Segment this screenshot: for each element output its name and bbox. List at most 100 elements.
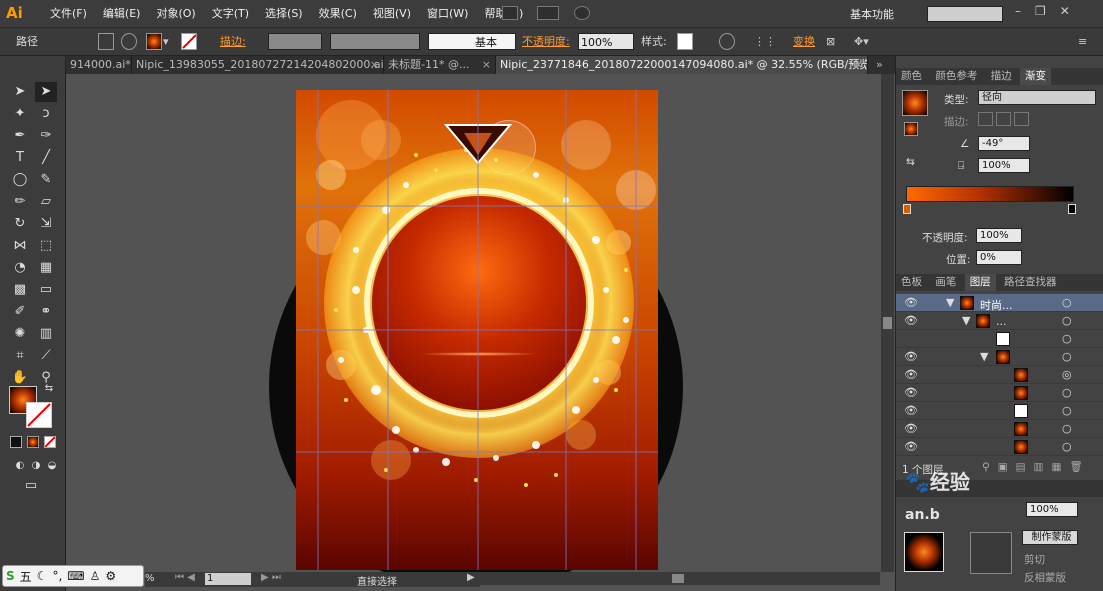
swap-fill-stroke-icon[interactable]: ⇆ (42, 382, 56, 396)
sogou-logo-icon[interactable]: S (6, 569, 15, 583)
gradient-type-select[interactable]: 径向 (978, 90, 1096, 105)
magic-wand-tool-icon[interactable]: ✦ (9, 104, 31, 124)
transform-link[interactable]: 变换 (793, 33, 815, 50)
gradient-location-input[interactable]: 0% (976, 250, 1022, 265)
variable-width-dropdown[interactable] (330, 33, 420, 50)
none-mode-icon[interactable] (44, 436, 56, 448)
visibility-eye-icon[interactable]: 👁 (904, 386, 918, 399)
restore-icon[interactable]: ❐ (1035, 4, 1046, 18)
canvas-area[interactable] (66, 74, 881, 572)
anchor-icon[interactable] (121, 33, 137, 50)
free-transform-tool-icon[interactable]: ⬚ (35, 236, 57, 256)
rotate-tool-icon[interactable]: ↻ (9, 214, 31, 234)
pen-tool-icon[interactable]: ✒ (9, 126, 31, 146)
horizontal-scroll-thumb[interactable] (672, 574, 684, 583)
layer-row[interactable]: 👁 ○ (896, 402, 1103, 420)
hand-tool-icon[interactable]: ✋ (9, 368, 31, 388)
type-tool-icon[interactable]: T (9, 148, 31, 168)
target-icon[interactable]: ○ (1062, 314, 1072, 327)
target-icon[interactable]: ○ (1062, 404, 1072, 417)
stroke-weight-input[interactable] (268, 33, 322, 50)
stroke-label[interactable]: 描边: (220, 33, 246, 50)
close-icon[interactable]: ✕ (1060, 4, 1070, 18)
isolate-icon[interactable] (98, 33, 114, 50)
menu-object[interactable]: 对象(O) (148, 6, 203, 22)
first-page-icon[interactable]: ⏮ ◀ (175, 572, 195, 583)
minimize-icon[interactable]: – (1015, 4, 1021, 18)
opacity-thumbnail[interactable] (904, 532, 944, 572)
tab-pathfinder[interactable]: 路径查找器 (999, 274, 1062, 291)
panel-menu-icon[interactable]: ≡ (1078, 33, 1087, 50)
curvature-tool-icon[interactable]: ✑ (35, 126, 57, 146)
visibility-eye-icon[interactable]: 👁 (904, 350, 918, 363)
scale-tool-icon[interactable]: ⇲ (35, 214, 57, 234)
horizontal-scrollbar[interactable] (480, 572, 880, 585)
ime-punct-icon[interactable]: °, (52, 569, 62, 583)
target-icon[interactable]: ○ (1062, 386, 1072, 399)
ime-mode-label[interactable]: 五 (20, 568, 32, 585)
live-paint-tool-icon[interactable]: ▦ (35, 258, 57, 278)
column-graph-tool-icon[interactable]: ▥ (35, 324, 57, 344)
opacity-input[interactable]: 100% (578, 33, 634, 50)
more-options-icon[interactable]: ✥▾ (854, 33, 876, 50)
expand-arrow-icon[interactable]: ▼ (980, 350, 988, 363)
layer-row[interactable]: 👁 ○ (896, 384, 1103, 402)
layer-row[interactable]: 👁 ▼ ○ (896, 348, 1103, 366)
menu-file[interactable]: 文件(F) (42, 6, 95, 22)
direct-selection-tool-icon[interactable]: ➤ (35, 82, 57, 102)
close-tab-icon[interactable]: × (482, 56, 491, 74)
arrange-documents-icon[interactable] (537, 6, 559, 20)
shape-builder-tool-icon[interactable]: ◔ (9, 258, 31, 278)
gradient-stop-right[interactable] (1068, 204, 1076, 214)
artboard-tool-icon[interactable]: ⌗ (9, 346, 31, 366)
menu-effect[interactable]: 效果(C) (311, 6, 365, 22)
layer-row[interactable]: 👁 ▼ 时尚... ○ (896, 294, 1103, 312)
menu-select[interactable]: 选择(S) (257, 6, 311, 22)
line-tool-icon[interactable]: ╱ (35, 148, 57, 168)
gradient-aspect-input[interactable]: 100% (978, 158, 1030, 173)
style-swatch[interactable] (677, 33, 693, 50)
tab-doc-3[interactable]: 未标题-11* @... × (384, 56, 496, 74)
visibility-eye-icon[interactable]: 👁 (904, 422, 918, 435)
target-icon[interactable]: ◎ (1062, 368, 1072, 381)
target-icon[interactable]: ○ (1062, 440, 1072, 453)
target-icon[interactable]: ○ (1062, 332, 1072, 345)
invert-mask-checkbox[interactable]: 反相蒙版 (1024, 570, 1066, 585)
visibility-eye-icon[interactable]: 👁 (904, 440, 918, 453)
tab-doc-1[interactable]: 914000.ai* (66, 56, 132, 74)
visibility-eye-icon[interactable]: 👁 (904, 404, 918, 417)
ime-keyboard-icon[interactable]: ⌨ (67, 569, 84, 583)
close-tab-icon[interactable]: × (854, 56, 863, 74)
expand-arrow-icon[interactable]: ▼ (962, 314, 970, 327)
gradient-opacity-input[interactable]: 100% (976, 228, 1022, 243)
draw-inside-icon[interactable]: ◒ (41, 456, 63, 476)
ellipse-tool-icon[interactable]: ◯ (9, 170, 31, 190)
clip-checkbox[interactable]: 剪切 (1024, 552, 1045, 567)
layer-row[interactable]: 👁 ◎ (896, 366, 1103, 384)
layer-row[interactable]: 👁 ○ (896, 438, 1103, 456)
menu-type[interactable]: 文字(T) (204, 6, 257, 22)
tab-color-guide[interactable]: 颜色参考 (930, 68, 982, 85)
opacity-label[interactable]: 不透明度: (522, 33, 570, 50)
mask-thumbnail[interactable] (970, 532, 1012, 574)
fill-dropdown-icon[interactable]: ▾ (163, 33, 173, 50)
width-tool-icon[interactable]: ⋈ (9, 236, 31, 256)
stroke-swatch-none-icon[interactable] (181, 33, 197, 50)
layer-row[interactable]: ○ (896, 330, 1103, 348)
gradient-slider-bar[interactable] (906, 186, 1074, 202)
vertical-scroll-thumb[interactable] (883, 317, 892, 329)
menu-window[interactable]: 窗口(W) (419, 6, 476, 22)
blend-tool-icon[interactable]: ⚭ (35, 302, 57, 322)
fill-swatch[interactable] (146, 33, 162, 50)
menu-edit[interactable]: 编辑(E) (95, 6, 149, 22)
target-icon[interactable]: ○ (1062, 296, 1072, 309)
gradient-angle-input[interactable]: -49° (978, 136, 1030, 151)
search-input[interactable] (927, 6, 1003, 22)
fill-mini-swatch[interactable] (904, 122, 918, 136)
selection-tool-icon[interactable]: ➤ (9, 82, 31, 102)
gradient-tool-icon[interactable]: ▭ (35, 280, 57, 300)
make-mask-button[interactable]: 制作蒙版 (1022, 530, 1078, 545)
tab-doc-active[interactable]: Nipic_23771846_20180722000147094080.ai* … (496, 56, 868, 74)
expand-arrow-icon[interactable]: ▼ (946, 296, 954, 309)
target-icon[interactable]: ○ (1062, 350, 1072, 363)
